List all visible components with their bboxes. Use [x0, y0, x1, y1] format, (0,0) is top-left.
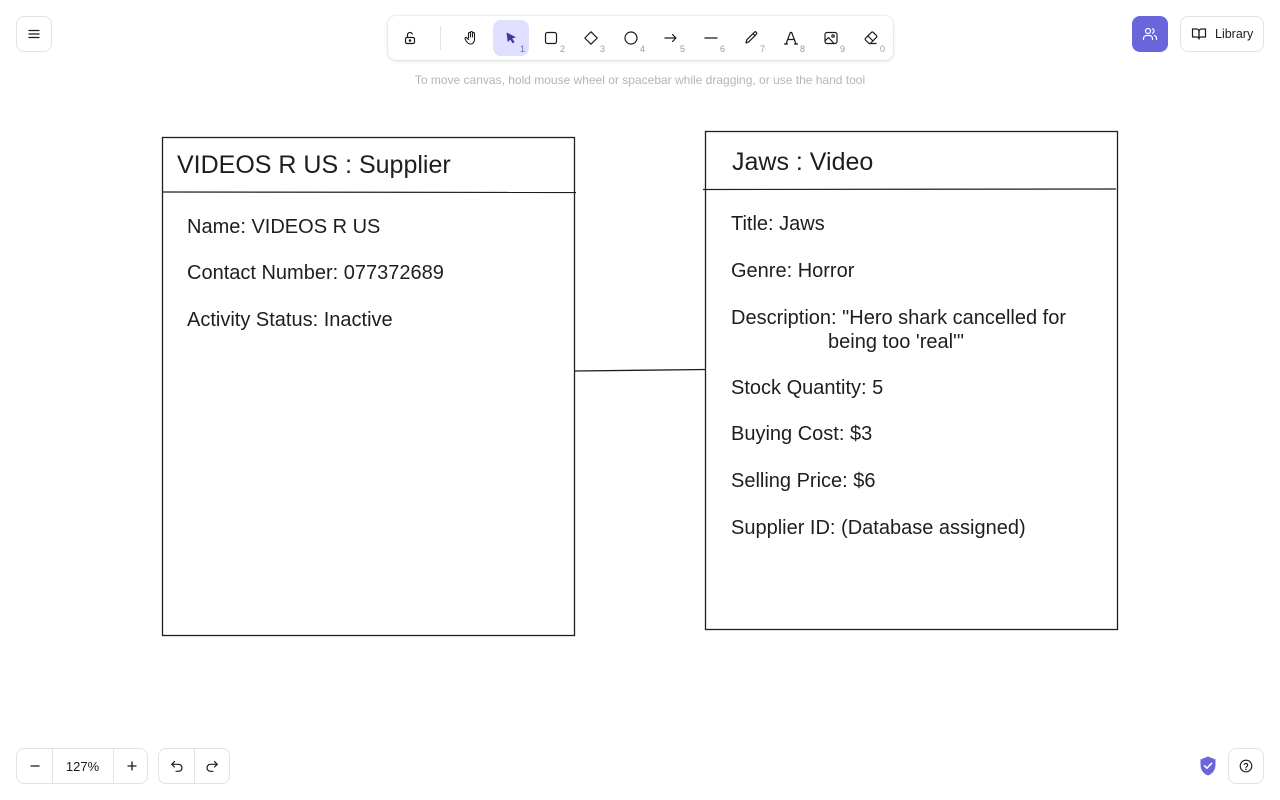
plus-icon	[126, 760, 138, 772]
pointer-icon	[503, 30, 519, 46]
supplier-contact-field[interactable]: Contact Number: 077372689	[187, 262, 444, 285]
tool-hand[interactable]	[453, 20, 489, 56]
library-button[interactable]: Library	[1180, 16, 1264, 52]
redo-icon	[205, 759, 219, 773]
rectangle-icon	[543, 30, 559, 46]
video-box-title[interactable]: Jaws : Video	[732, 148, 873, 177]
collaborate-button[interactable]	[1132, 16, 1168, 52]
zoom-out-button[interactable]	[17, 749, 53, 783]
canvas-hint: To move canvas, hold mouse wheel or spac…	[414, 73, 866, 87]
hamburger-icon	[27, 27, 41, 41]
text-icon	[783, 30, 799, 46]
video-genre-field[interactable]: Genre: Horror	[731, 260, 854, 283]
tool-rectangle-key: 2	[559, 44, 565, 54]
toolbar-divider	[440, 26, 441, 50]
video-stock-field[interactable]: Stock Quantity: 5	[731, 377, 883, 400]
tool-rectangle[interactable]: 2	[533, 20, 569, 56]
association-line[interactable]	[574, 368, 707, 372]
tool-image-key: 9	[839, 44, 845, 54]
video-description-field[interactable]: Description: "Hero shark cancelled for b…	[731, 306, 1091, 354]
video-selling-price-field[interactable]: Selling Price: $6	[731, 470, 876, 493]
tool-eraser-key: 0	[879, 44, 885, 54]
library-label: Library	[1215, 27, 1254, 41]
tool-arrow[interactable]: 5	[653, 20, 689, 56]
video-supplier-id-field[interactable]: Supplier ID: (Database assigned)	[731, 517, 1026, 540]
supplier-status-field[interactable]: Activity Status: Inactive	[187, 309, 393, 332]
tool-text-key: 8	[799, 44, 805, 54]
hand-icon	[463, 30, 479, 46]
supplier-box[interactable]	[161, 136, 576, 637]
redo-button[interactable]	[194, 749, 229, 783]
zoom-in-button[interactable]	[113, 749, 149, 783]
drawing-canvas[interactable]	[0, 0, 1280, 800]
pencil-icon	[743, 30, 759, 46]
unlock-icon	[402, 30, 418, 46]
zoom-reset-button[interactable]: 127%	[52, 749, 113, 783]
ellipse-icon	[623, 30, 639, 46]
eraser-icon	[863, 30, 879, 46]
undo-icon	[170, 759, 184, 773]
book-icon	[1191, 26, 1207, 42]
tool-diamond[interactable]: 3	[573, 20, 609, 56]
supplier-title-divider[interactable]	[161, 191, 577, 194]
users-icon	[1142, 26, 1158, 42]
tool-ellipse[interactable]: 4	[613, 20, 649, 56]
tool-selection-key: 1	[519, 44, 525, 54]
video-title-divider[interactable]	[702, 188, 1117, 191]
tool-diamond-key: 3	[599, 44, 605, 54]
shield-check-icon[interactable]	[1198, 755, 1218, 777]
image-icon	[823, 30, 839, 46]
tool-arrow-key: 5	[679, 44, 685, 54]
undo-redo-controls	[158, 748, 230, 784]
tool-line-key: 6	[719, 44, 725, 54]
line-icon	[703, 30, 719, 46]
undo-button[interactable]	[159, 749, 195, 783]
supplier-box-title[interactable]: VIDEOS R US : Supplier	[177, 151, 451, 180]
shapes-toolbar: 1 2 3 4 5 6 7 8 9 0	[388, 16, 893, 60]
tool-lock[interactable]	[392, 20, 428, 56]
arrow-icon	[663, 30, 679, 46]
tool-eraser[interactable]: 0	[853, 20, 889, 56]
video-buying-cost-field[interactable]: Buying Cost: $3	[731, 423, 872, 446]
help-icon	[1239, 759, 1253, 773]
zoom-controls: 127%	[16, 748, 148, 784]
tool-draw-key: 7	[759, 44, 765, 54]
tool-draw[interactable]: 7	[733, 20, 769, 56]
video-title-field[interactable]: Title: Jaws	[731, 213, 825, 236]
diamond-icon	[583, 30, 599, 46]
tool-selection[interactable]: 1	[493, 20, 529, 56]
tool-line[interactable]: 6	[693, 20, 729, 56]
help-button[interactable]	[1228, 748, 1264, 784]
video-description-line2: being too 'real'"	[828, 331, 964, 353]
tool-image[interactable]: 9	[813, 20, 849, 56]
video-description-line1: Description: "Hero shark cancelled for	[731, 307, 1067, 329]
tool-text[interactable]: 8	[773, 20, 809, 56]
supplier-name-field[interactable]: Name: VIDEOS R US	[187, 216, 380, 239]
tool-ellipse-key: 4	[639, 44, 645, 54]
main-menu-button[interactable]	[16, 16, 52, 52]
minus-icon	[29, 760, 41, 772]
